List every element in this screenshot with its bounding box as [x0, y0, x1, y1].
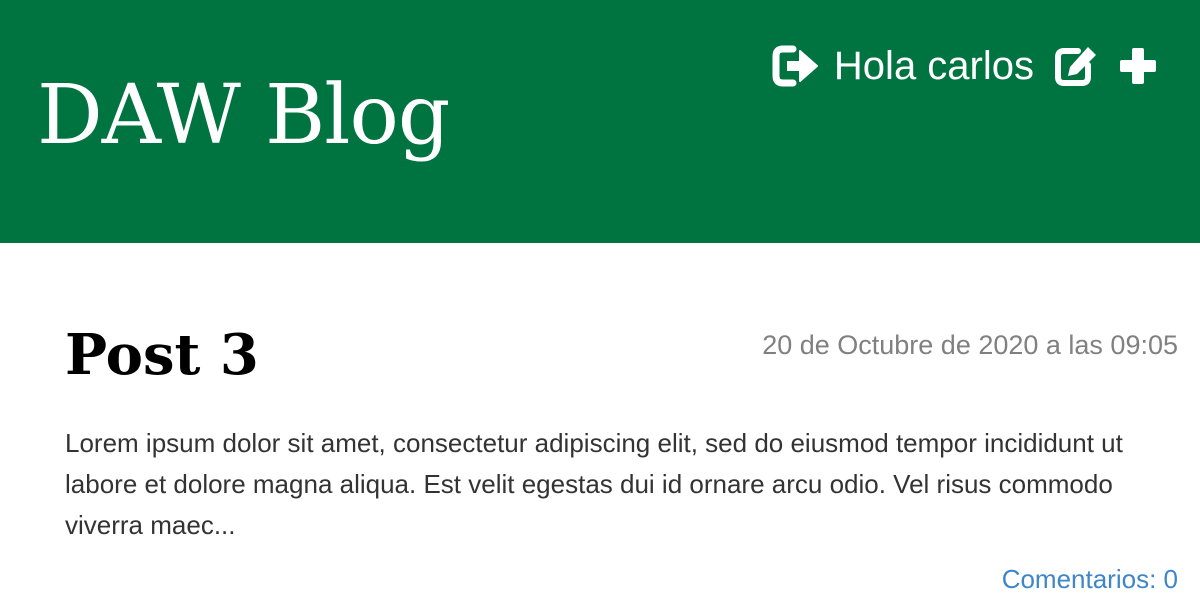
site-brand[interactable]: DAW Blog [37, 66, 450, 166]
logout-icon[interactable] [772, 45, 818, 87]
plus-icon[interactable] [1118, 46, 1158, 86]
post-excerpt: Lorem ipsum dolor sit amet, consectetur … [65, 428, 1123, 540]
comments-link[interactable]: Comentarios: 0 [1002, 563, 1178, 595]
user-greeting: Hola carlos [833, 44, 1034, 88]
edit-icon[interactable] [1054, 45, 1098, 87]
site-header: DAW Blog Hola carlos [0, 0, 1200, 243]
user-bar: Hola carlos [772, 40, 1158, 92]
post-date: 20 de Octubre de 2020 a las 09:05 [762, 330, 1178, 360]
post-title[interactable]: Post 3 [65, 319, 259, 391]
post-card: Post 3 20 de Octubre de 2020 a las 09:05… [0, 243, 1200, 610]
